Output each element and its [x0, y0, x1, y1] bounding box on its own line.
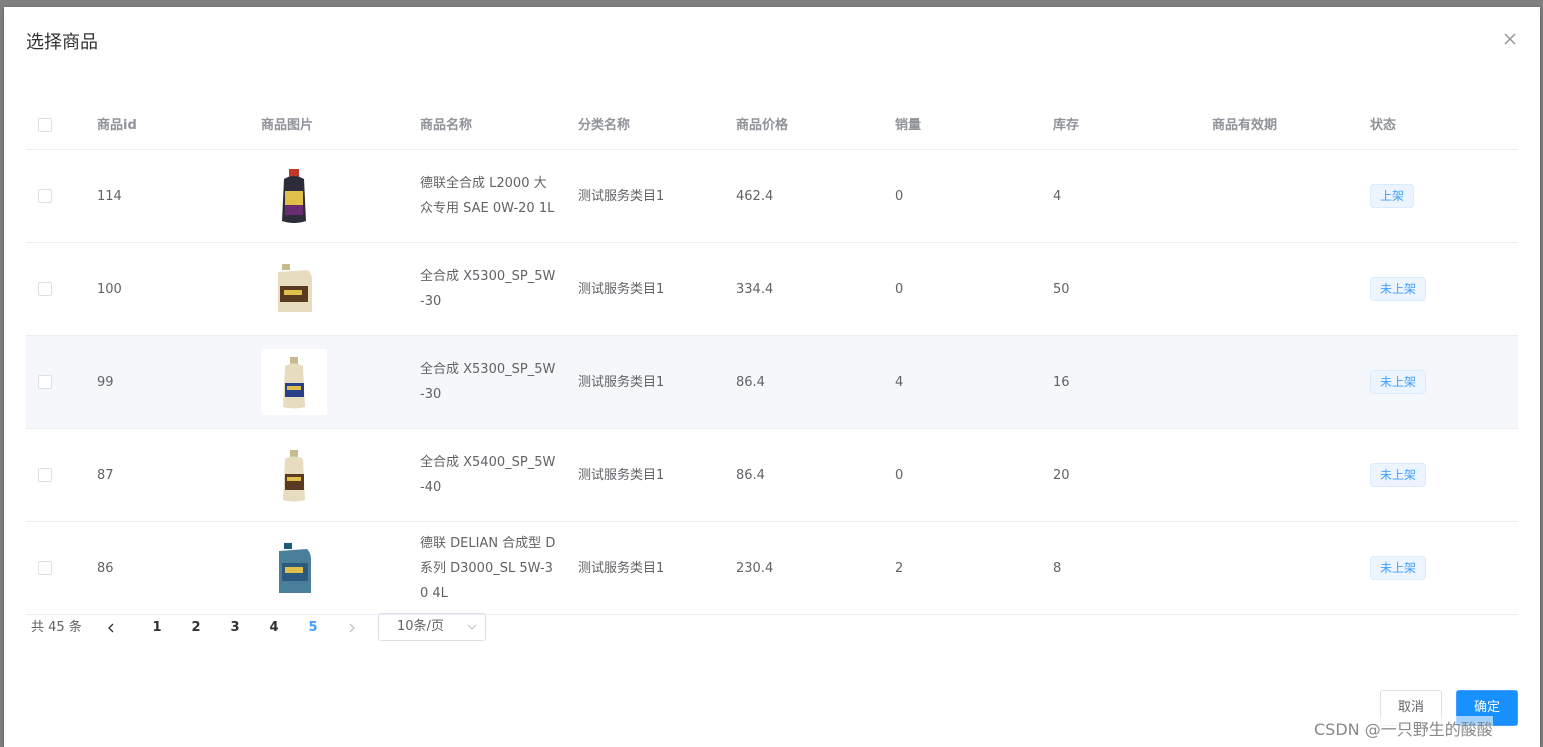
- select-product-dialog: 选择商品 商品id 商品图片 商品名称 分类名称 商品价格 销量 库存 商品有效…: [4, 7, 1540, 747]
- page-2[interactable]: 2: [181, 613, 211, 643]
- page-4[interactable]: 4: [259, 613, 289, 643]
- page-3[interactable]: 3: [220, 613, 250, 643]
- row-expire: [1212, 522, 1352, 614]
- row-id: 86: [97, 560, 114, 576]
- oil-jug-cream-icon: [261, 256, 327, 322]
- header-stock: 库存: [1053, 117, 1080, 133]
- row-name: 德联 DELIAN 合成型 D系列 D3000_SL 5W-30 4L: [420, 535, 556, 601]
- row-name: 德联全合成 L2000 大众专用 SAE 0W-20 1L: [420, 176, 555, 216]
- row-stock: 4: [1053, 188, 1062, 204]
- row-name: 全合成 X5400_SP_5W-40: [420, 455, 556, 495]
- row-expire: [1212, 243, 1352, 335]
- row-checkbox[interactable]: [38, 561, 52, 575]
- chevron-down-icon: [467, 624, 477, 630]
- table-header: 商品id 商品图片 商品名称 分类名称 商品价格 销量 库存 商品有效期 状态: [26, 101, 1518, 150]
- table-row[interactable]: 86 德联 DELIAN 合成型 D系列 D3000_SL 5W-30 4L 测…: [26, 522, 1518, 615]
- row-id: 99: [97, 374, 114, 390]
- row-price: 86.4: [736, 467, 765, 483]
- row-stock: 50: [1053, 281, 1070, 297]
- oil-jug-blue-icon: [261, 535, 327, 601]
- header-status: 状态: [1370, 117, 1397, 133]
- row-sales: 2: [895, 560, 904, 576]
- row-category: 测试服务类目1: [578, 467, 665, 483]
- row-price: 462.4: [736, 188, 774, 204]
- page-5[interactable]: 5: [298, 613, 328, 643]
- row-category: 测试服务类目1: [578, 374, 665, 390]
- oil-bottle-dark-icon: [261, 163, 327, 229]
- status-badge: 上架: [1370, 184, 1415, 208]
- row-stock: 16: [1053, 374, 1070, 390]
- status-badge: 未上架: [1370, 277, 1427, 301]
- row-expire: [1212, 150, 1352, 242]
- status-badge: 未上架: [1370, 463, 1427, 487]
- table-row[interactable]: 114 德联全合成 L2000 大众专用 SAE 0W-20 1L 测试服务类目…: [26, 150, 1518, 243]
- row-price: 334.4: [736, 281, 774, 297]
- row-price: 230.4: [736, 560, 774, 576]
- row-category: 测试服务类目1: [578, 281, 665, 297]
- header-price: 商品价格: [736, 117, 789, 133]
- header-expire: 商品有效期: [1212, 117, 1278, 133]
- chevron-left-icon[interactable]: [96, 613, 126, 643]
- oil-bottle-cream-icon: [261, 442, 327, 508]
- header-name: 商品名称: [420, 117, 473, 133]
- pagination-total: 共 45 条: [31, 620, 82, 635]
- row-checkbox[interactable]: [38, 282, 52, 296]
- row-expire: [1212, 336, 1352, 428]
- row-sales: 0: [895, 281, 904, 297]
- row-checkbox[interactable]: [38, 375, 52, 389]
- row-name: 全合成 X5300_SP_5W-30: [420, 362, 556, 402]
- select-all-checkbox[interactable]: [38, 118, 52, 132]
- row-expire: [1212, 429, 1352, 521]
- chevron-right-icon[interactable]: [337, 613, 367, 643]
- page-size-value: 10条/页: [397, 619, 444, 634]
- table-row[interactable]: 99 全合成 X5300_SP_5W-30 测试服务类目1 86.4 4 16 …: [26, 336, 1518, 429]
- row-price: 86.4: [736, 374, 765, 390]
- row-name: 全合成 X5300_SP_5W-30: [420, 269, 556, 309]
- status-badge: 未上架: [1370, 370, 1427, 394]
- table-row[interactable]: 87 全合成 X5400_SP_5W-40 测试服务类目1 86.4 0 20 …: [26, 429, 1518, 522]
- pagination: 共 45 条 1 2 3 4 5 10条/页: [26, 613, 726, 643]
- row-id: 100: [97, 281, 122, 297]
- row-sales: 4: [895, 374, 904, 390]
- row-checkbox[interactable]: [38, 189, 52, 203]
- row-id: 114: [97, 188, 122, 204]
- row-sales: 0: [895, 467, 904, 483]
- page-1[interactable]: 1: [142, 613, 172, 643]
- header-image: 商品图片: [261, 117, 314, 133]
- page-size-select[interactable]: 10条/页: [378, 613, 486, 641]
- header-sales: 销量: [895, 117, 922, 133]
- oil-bottle-cream-icon: [261, 349, 327, 415]
- row-id: 87: [97, 467, 114, 483]
- row-sales: 0: [895, 188, 904, 204]
- row-stock: 20: [1053, 467, 1070, 483]
- table-row[interactable]: 100 全合成 X5300_SP_5W-30 测试服务类目1 334.4 0 5…: [26, 243, 1518, 336]
- header-category: 分类名称: [578, 117, 631, 133]
- product-table: 商品id 商品图片 商品名称 分类名称 商品价格 销量 库存 商品有效期 状态 …: [26, 101, 1518, 615]
- row-stock: 8: [1053, 560, 1062, 576]
- watermark: CSDN @一只野生的酸酸: [1314, 716, 1493, 740]
- row-category: 测试服务类目1: [578, 560, 665, 576]
- row-checkbox[interactable]: [38, 468, 52, 482]
- dialog-title: 选择商品: [26, 32, 98, 53]
- header-id: 商品id: [97, 117, 137, 133]
- close-icon[interactable]: [1500, 29, 1520, 49]
- row-category: 测试服务类目1: [578, 188, 665, 204]
- status-badge: 未上架: [1370, 556, 1427, 580]
